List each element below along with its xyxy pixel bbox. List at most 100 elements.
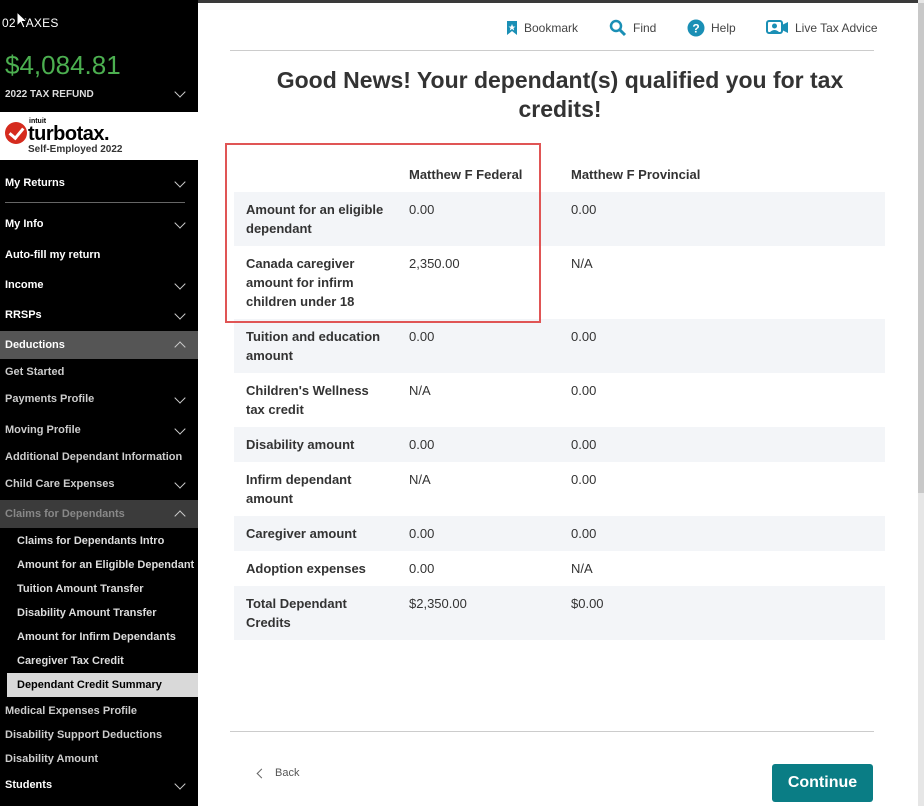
find-button[interactable]: Find — [609, 18, 656, 38]
nav-label: Payments Profile — [5, 393, 95, 405]
table-row: Adoption expenses 0.00 N/A — [234, 551, 885, 586]
bookmark-icon — [507, 21, 517, 35]
nav-dependant-summary[interactable]: Dependant Credit Summary — [7, 673, 198, 697]
nav-label: Child Care Expenses — [5, 478, 115, 490]
nav-get-started[interactable]: Get Started — [0, 358, 198, 386]
nav-infirm-dependants[interactable]: Amount for Infirm Dependants — [0, 625, 198, 649]
chevron-down-icon — [174, 278, 186, 290]
nav-label: Amount for an Eligible Dependant — [17, 559, 195, 571]
nav-moving-profile[interactable]: Moving Profile — [0, 416, 198, 444]
federal-value: 0.00 — [397, 427, 559, 462]
federal-value: 0.00 — [397, 516, 559, 551]
nav-my-info[interactable]: My Info — [0, 210, 198, 238]
back-label: Back — [275, 767, 300, 779]
nav-label: Amount for Infirm Dependants — [17, 631, 176, 643]
chevron-down-icon[interactable] — [174, 86, 186, 98]
top-border — [198, 0, 924, 3]
provincial-value: 0.00 — [571, 472, 597, 487]
refund-panel[interactable]: 02 TAXES $4,084.81 2022 TAX REFUND — [0, 0, 198, 112]
live-tax-advice-button[interactable]: Live Tax Advice — [766, 18, 878, 38]
nav-disability-amount[interactable]: Disability Amount — [0, 745, 198, 773]
nav-payments-profile[interactable]: Payments Profile — [0, 385, 198, 413]
column-header-provincial: Matthew F Provincial — [571, 166, 701, 182]
nav-deductions[interactable]: Deductions — [0, 331, 198, 359]
federal-value: 0.00 — [409, 561, 435, 576]
nav-label: Disability Support Deductions — [5, 729, 163, 741]
nav-eligible-dependant[interactable]: Amount for an Eligible Dependant — [0, 553, 198, 577]
video-chat-icon — [766, 20, 788, 34]
nav-label: Income — [5, 279, 44, 291]
bookmark-label: Bookmark — [524, 21, 579, 35]
row-label: Adoption expenses — [246, 561, 366, 576]
find-label: Find — [633, 21, 657, 35]
nav-claims-intro[interactable]: Claims for Dependants Intro — [0, 529, 198, 553]
table-row-total: Total Dependant Credits $2,350.00 $0.00 — [234, 586, 885, 640]
federal-value: 0.00 — [397, 319, 559, 373]
chevron-left-icon — [256, 768, 267, 778]
federal-value: N/A — [409, 472, 431, 487]
provincial-value: 0.00 — [571, 383, 597, 398]
federal-value: N/A — [409, 383, 431, 398]
divider — [5, 202, 185, 203]
chevron-down-icon — [174, 308, 186, 320]
chevron-up-icon — [174, 341, 186, 353]
nav-label: Moving Profile — [5, 424, 81, 436]
nav-caregiver-credit[interactable]: Caregiver Tax Credit — [0, 649, 198, 673]
nav-label: Dependant Credit Summary — [17, 679, 162, 691]
help-icon: ? — [687, 19, 705, 37]
page-title: Good News! Your dependant(s) qualified y… — [276, 67, 844, 122]
live-tax-advice-label: Live Tax Advice — [795, 21, 878, 35]
nav-label: My Info — [5, 218, 44, 230]
search-icon — [609, 19, 627, 37]
provincial-value: N/A — [571, 561, 593, 576]
provincial-value: 0.00 — [559, 516, 885, 551]
chevron-up-icon — [174, 510, 186, 522]
scrollbar[interactable] — [918, 0, 924, 806]
table-row: Children's Wellness tax credit N/A 0.00 — [234, 373, 885, 427]
help-button[interactable]: ? Help — [687, 18, 736, 38]
refund-amount: $4,084.81 — [5, 50, 121, 80]
nav-income[interactable]: Income — [0, 271, 198, 299]
nav-label: Claims for Dependants Intro — [17, 535, 165, 547]
row-label: Infirm dependant amount — [246, 472, 352, 506]
chevron-down-icon — [174, 217, 186, 229]
nav-label: My Returns — [5, 177, 65, 189]
highlight-box — [225, 143, 541, 323]
nav-child-care[interactable]: Child Care Expenses — [0, 470, 198, 498]
chevron-down-icon — [174, 778, 186, 790]
back-link[interactable]: Back — [256, 767, 300, 779]
nav-label: Students — [5, 779, 53, 791]
table-row: Disability amount 0.00 0.00 — [234, 427, 885, 462]
nav-disability-transfer[interactable]: Disability Amount Transfer — [0, 601, 198, 625]
nav-label: Auto-fill my return — [5, 249, 101, 261]
nav-label: RRSPs — [5, 309, 42, 321]
nav-label: Additional Dependant Information — [5, 451, 183, 463]
provincial-value: 0.00 — [559, 319, 885, 373]
tax-year-label: 02 TAXES — [2, 16, 59, 30]
logo-edition: Self-Employed 2022 — [28, 144, 123, 155]
nav-claims-dependants[interactable]: Claims for Dependants — [0, 500, 198, 528]
divider — [230, 50, 874, 51]
nav-label: Disability Amount Transfer — [17, 607, 157, 619]
nav-students[interactable]: Students — [0, 771, 198, 799]
turbotax-logo: intuit turbotax. Self-Employed 2022 — [0, 112, 198, 160]
continue-button[interactable]: Continue — [772, 764, 873, 802]
nav-autofill[interactable]: Auto-fill my return — [0, 241, 198, 269]
table-row: Tuition and education amount 0.00 0.00 — [234, 319, 885, 373]
nav-label: Caregiver Tax Credit — [17, 655, 124, 667]
svg-text:?: ? — [692, 22, 699, 36]
row-label: Children's Wellness tax credit — [246, 383, 369, 417]
sidebar: 02 TAXES $4,084.81 2022 TAX REFUND intui… — [0, 0, 198, 806]
bookmark-button[interactable]: Bookmark — [506, 18, 578, 38]
row-label: Caregiver amount — [234, 516, 397, 551]
row-label: Total Dependant Credits — [234, 586, 397, 640]
nav-additional-dependant[interactable]: Additional Dependant Information — [0, 443, 198, 471]
nav-my-returns[interactable]: My Returns — [0, 169, 198, 197]
provincial-value: 0.00 — [559, 427, 885, 462]
provincial-value: 0.00 — [559, 192, 885, 246]
nav-tuition-transfer[interactable]: Tuition Amount Transfer — [0, 577, 198, 601]
logo-brand: turbotax. — [28, 123, 110, 145]
nav-rrsps[interactable]: RRSPs — [0, 301, 198, 329]
chevron-down-icon — [174, 392, 186, 404]
scrollbar-thumb[interactable] — [918, 3, 924, 493]
